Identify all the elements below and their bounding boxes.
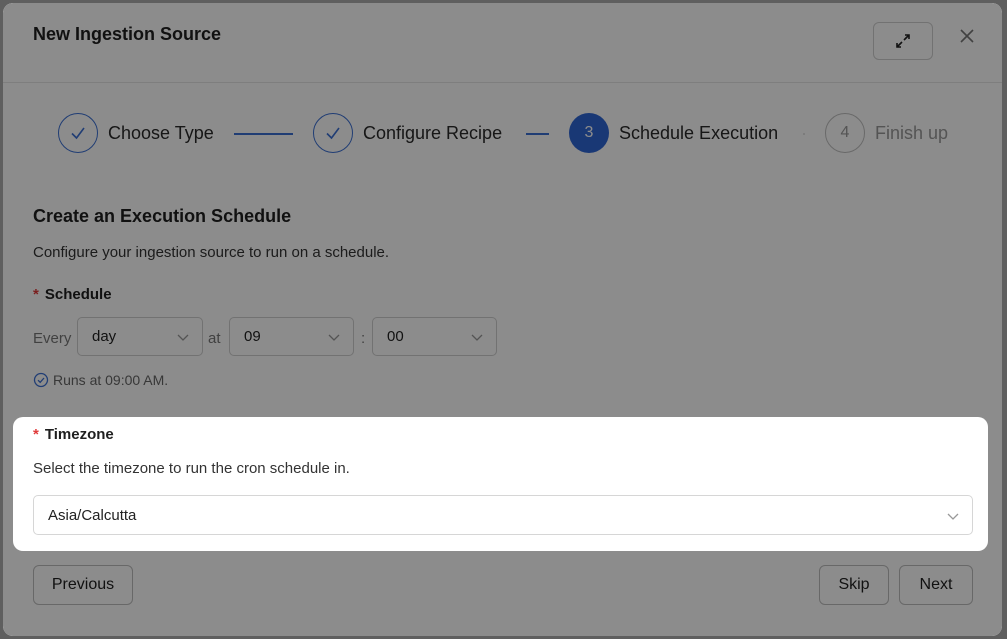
required-marker: * xyxy=(33,426,39,443)
step-number-badge: 3 xyxy=(569,113,609,153)
step-configure-recipe[interactable]: Configure Recipe xyxy=(313,113,502,153)
required-marker: * xyxy=(33,286,39,303)
chevron-down-icon xyxy=(328,334,340,341)
hour-select[interactable]: 09 xyxy=(229,317,354,356)
step-label: Choose Type xyxy=(108,122,214,143)
section-description: Configure your ingestion source to run o… xyxy=(33,244,390,261)
close-button[interactable] xyxy=(954,23,980,49)
step-label: Configure Recipe xyxy=(363,122,503,143)
schedule-label: * Schedule xyxy=(33,286,112,303)
check-icon xyxy=(313,113,353,153)
every-label: Every xyxy=(33,330,72,347)
step-label: Finish up xyxy=(875,122,949,143)
step-connector xyxy=(803,133,805,135)
modal-title: New Ingestion Source xyxy=(33,24,222,44)
chevron-down-icon xyxy=(947,513,959,520)
timezone-description: Select the timezone to run the cron sche… xyxy=(33,460,350,477)
step-label: Schedule Execution xyxy=(619,122,779,143)
frequency-value: day xyxy=(92,328,117,345)
check-icon xyxy=(58,113,98,153)
timezone-label-text: Timezone xyxy=(44,426,114,443)
section-title: Create an Execution Schedule xyxy=(33,206,292,226)
timezone-value: Asia/Calcutta xyxy=(48,506,137,524)
close-icon xyxy=(960,29,974,43)
expand-icon xyxy=(896,34,910,48)
time-separator: : xyxy=(361,330,366,347)
hour-value: 09 xyxy=(244,328,261,345)
previous-button[interactable]: Previous xyxy=(33,565,133,605)
skip-button[interactable]: Skip xyxy=(819,565,889,605)
timezone-select[interactable]: Asia/Calcutta xyxy=(33,495,973,535)
runs-text: Runs at 09:00 AM. xyxy=(53,372,169,388)
step-number-badge: 4 xyxy=(825,113,865,153)
step-finish-up[interactable]: 4 Finish up xyxy=(825,113,948,153)
minute-select[interactable]: 00 xyxy=(372,317,497,356)
minute-value: 00 xyxy=(387,328,404,345)
schedule-preview: Runs at 09:00 AM. xyxy=(33,372,168,388)
schedule-label-text: Schedule xyxy=(44,286,112,303)
expand-button[interactable] xyxy=(873,22,933,60)
check-circle-icon xyxy=(33,372,49,388)
timezone-panel: * Timezone Select the timezone to run the… xyxy=(13,417,988,551)
timezone-label: * Timezone xyxy=(33,426,114,443)
step-schedule-execution[interactable]: 3 Schedule Execution xyxy=(569,113,778,153)
step-choose-type[interactable]: Choose Type xyxy=(58,113,214,153)
frequency-select[interactable]: day xyxy=(77,317,203,356)
modal-header: New Ingestion Source xyxy=(3,3,1002,83)
step-connector xyxy=(234,133,293,135)
chevron-down-icon xyxy=(471,334,483,341)
chevron-down-icon xyxy=(177,334,189,341)
at-label: at xyxy=(208,330,221,347)
step-connector xyxy=(526,133,549,135)
next-button[interactable]: Next xyxy=(899,565,973,605)
